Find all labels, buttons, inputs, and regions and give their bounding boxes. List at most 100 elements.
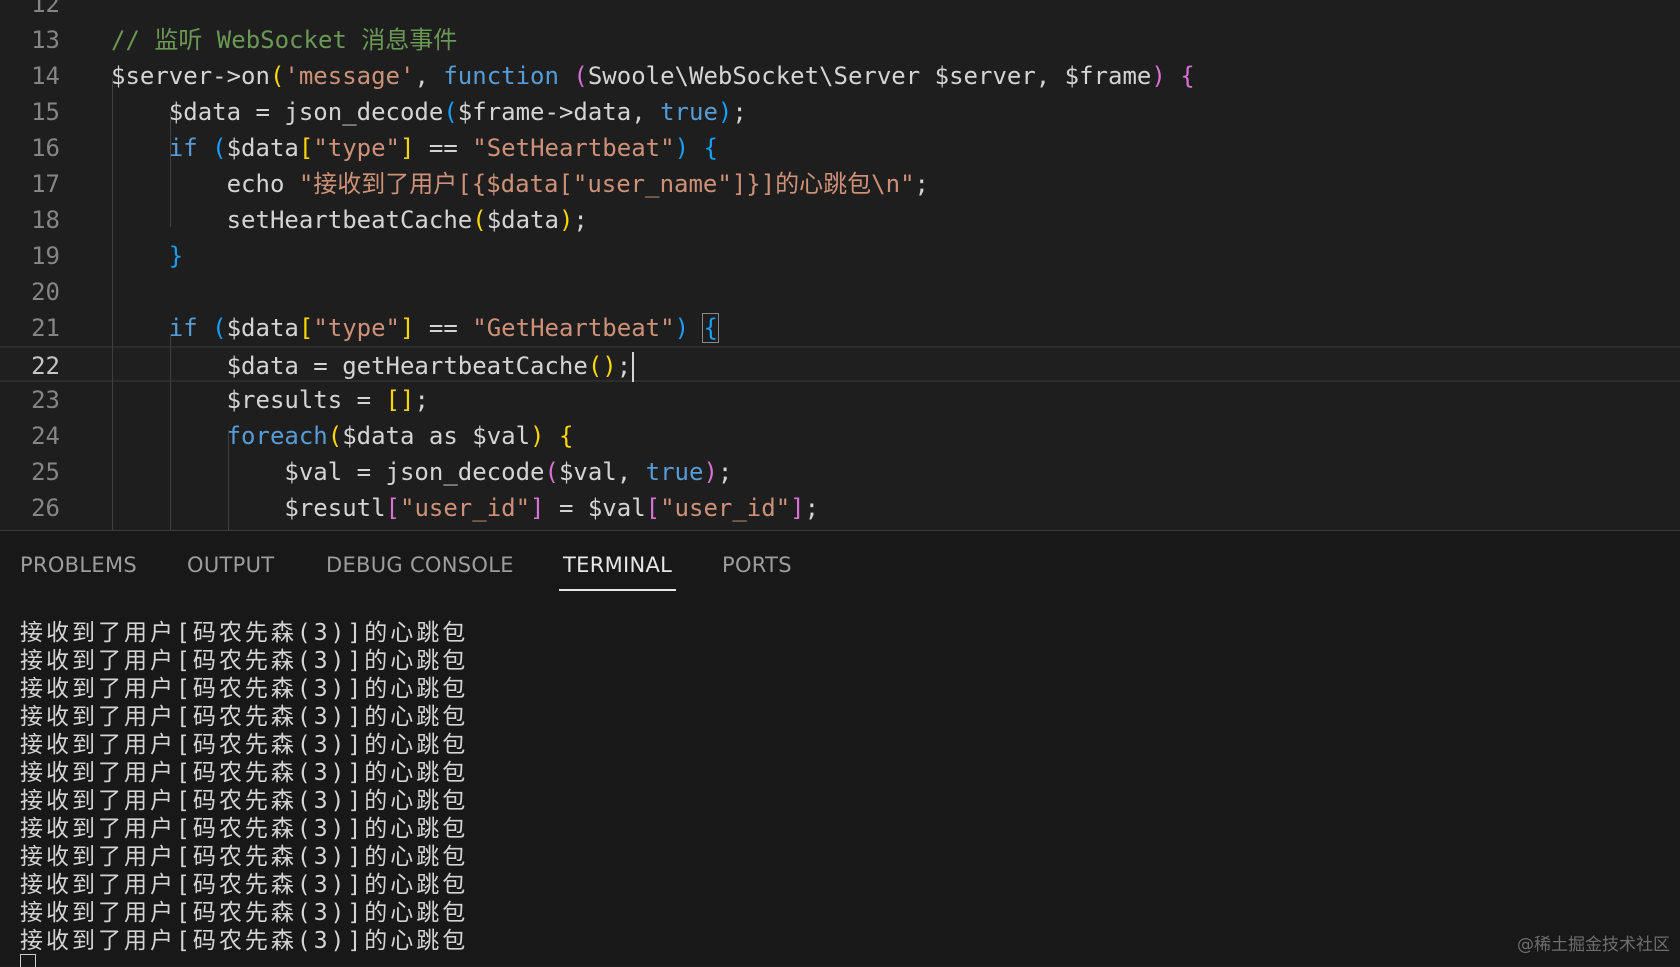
code-token: [	[298, 314, 314, 342]
line-number: 19	[31, 242, 60, 270]
code-token: {	[703, 134, 718, 162]
line-number: 12	[31, 0, 60, 18]
code-token: )	[674, 134, 690, 162]
line-number: 17	[31, 170, 60, 198]
code-token: ==	[414, 134, 473, 162]
code-token: {	[702, 313, 719, 343]
text-cursor	[632, 352, 635, 382]
code-token: (	[573, 62, 588, 90]
code-token: }	[168, 242, 184, 270]
code-token: ;	[804, 494, 820, 522]
code-token: setHeartbeatCache	[111, 206, 473, 234]
code-token: (	[212, 314, 227, 342]
code-line[interactable]: 15 $data = json_decode($frame->data, tru…	[0, 94, 1680, 130]
code-token: )	[674, 314, 690, 342]
code-token: (	[472, 206, 487, 234]
code-token: "type"	[313, 314, 401, 342]
code-text: echo "接收到了用户[{$data["user_name"]}]的心跳包\n…	[111, 166, 929, 202]
tab-output[interactable]: OUTPUT	[187, 547, 274, 583]
code-text: // 监听 WebSocket 消息事件	[111, 22, 457, 58]
terminal-output[interactable]: 接收到了用户[码农先森(3)]的心跳包 接收到了用户[码农先森(3)]的心跳包 接收…	[20, 619, 1620, 955]
code-line[interactable]: 20	[0, 274, 1680, 310]
code-line[interactable]: 14 $server->on('message', function (Swool…	[0, 58, 1680, 94]
code-line[interactable]: 13 // 监听 WebSocket 消息事件	[0, 22, 1680, 58]
code-token: $val = json_decode	[111, 458, 545, 486]
code-line[interactable]: 16 if ($data["type"] == "SetHeartbeat") …	[0, 130, 1680, 166]
code-token: // 监听 WebSocket 消息事件	[111, 26, 458, 54]
code-line[interactable]: 19 }	[0, 238, 1680, 274]
terminal-line: 接收到了用户[码农先森(3)]的心跳包	[20, 732, 469, 758]
code-token: ;	[616, 352, 632, 380]
code-text: setHeartbeatCache($data);	[111, 202, 588, 238]
code-token: $data	[226, 134, 299, 162]
line-number: 18	[31, 206, 60, 234]
line-number: 23	[31, 386, 60, 414]
code-token: $results =	[111, 386, 386, 414]
code-token: )	[717, 98, 733, 126]
code-token: "user_id"	[400, 494, 531, 522]
terminal-line: 接收到了用户[码农先森(3)]的心跳包	[20, 816, 469, 842]
code-line[interactable]: 12	[0, 0, 1680, 22]
line-number: 15	[31, 98, 60, 126]
line-number: 16	[31, 134, 60, 162]
code-token: $resutl	[111, 494, 386, 522]
line-number: 26	[31, 494, 60, 522]
panel-tabs: PROBLEMS OUTPUT DEBUG CONSOLE TERMINAL P…	[0, 531, 1680, 595]
tab-problems[interactable]: PROBLEMS	[20, 547, 137, 583]
tab-debug-console[interactable]: DEBUG CONSOLE	[326, 547, 514, 583]
code-text: foreach($data as $val) {	[111, 418, 574, 454]
code-token: $data = getHeartbeatCache	[111, 352, 588, 380]
terminal-line: 接收到了用户[码农先森(3)]的心跳包	[20, 620, 469, 646]
code-token: (	[327, 422, 343, 450]
code-token: "GetHeartbeat"	[472, 314, 675, 342]
code-token: ]	[400, 314, 415, 342]
code-token: [	[298, 134, 314, 162]
code-line[interactable]: 23 $results = [];	[0, 382, 1680, 418]
code-token: (	[269, 62, 285, 90]
code-token: = $val	[544, 494, 646, 522]
code-token: (	[212, 134, 227, 162]
code-line[interactable]: 26 $resutl["user_id"] = $val["user_id"];	[0, 490, 1680, 526]
code-line[interactable]: 17 echo "接收到了用户[{$data["user_name"]}]的心跳…	[0, 166, 1680, 202]
code-line[interactable]: 25 $val = json_decode($val, true);	[0, 454, 1680, 490]
code-token: function	[443, 62, 559, 90]
terminal-line: 接收到了用户[码农先森(3)]的心跳包	[20, 704, 469, 730]
line-number: 22	[31, 352, 60, 380]
code-token: )	[703, 458, 718, 486]
code-token: if	[168, 134, 198, 162]
tab-ports[interactable]: PORTS	[722, 547, 792, 583]
code-token: 'message'	[284, 62, 415, 90]
code-token: ]	[790, 494, 805, 522]
code-token: true	[645, 458, 704, 486]
code-token: Swoole\WebSocket\Server $server, $frame	[587, 62, 1152, 90]
code-token: $data = json_decode	[111, 98, 444, 126]
tab-terminal[interactable]: TERMINAL	[558, 547, 677, 591]
code-text: $server->on('message', function (Swoole\…	[111, 58, 1195, 94]
code-text: $results = [];	[111, 382, 429, 418]
code-text: if ($data["type"] == "SetHeartbeat") {	[111, 130, 718, 166]
code-line[interactable]: 22 $data = getHeartbeatCache();	[0, 346, 1680, 382]
code-token: []	[385, 386, 415, 414]
code-token: ()	[587, 352, 617, 380]
indent-guide	[170, 112, 171, 227]
line-number: 25	[31, 458, 60, 486]
code-token: )	[1151, 62, 1166, 90]
code-editor[interactable]: 12 13// 监听 WebSocket 消息事件 14 $server->on('m…	[0, 0, 1680, 530]
code-line[interactable]: 21 if ($data["type"] == "GetHeartbeat") …	[0, 310, 1680, 346]
code-token: $data	[226, 314, 299, 342]
code-text: $data = json_decode($frame->data, true);	[111, 94, 747, 130]
terminal-line: 接收到了用户[码农先森(3)]的心跳包	[20, 900, 469, 926]
code-line[interactable]: 18 setHeartbeatCache($data);	[0, 202, 1680, 238]
line-number: 24	[31, 422, 60, 450]
code-token: ;	[914, 170, 929, 198]
line-number: 20	[31, 278, 60, 306]
code-line[interactable]: 24 foreach($data as $val) {	[0, 418, 1680, 454]
code-token: ;	[732, 98, 747, 126]
code-token: [	[645, 494, 661, 522]
terminal-line: 接收到了用户[码农先森(3)]的心跳包	[20, 844, 469, 870]
